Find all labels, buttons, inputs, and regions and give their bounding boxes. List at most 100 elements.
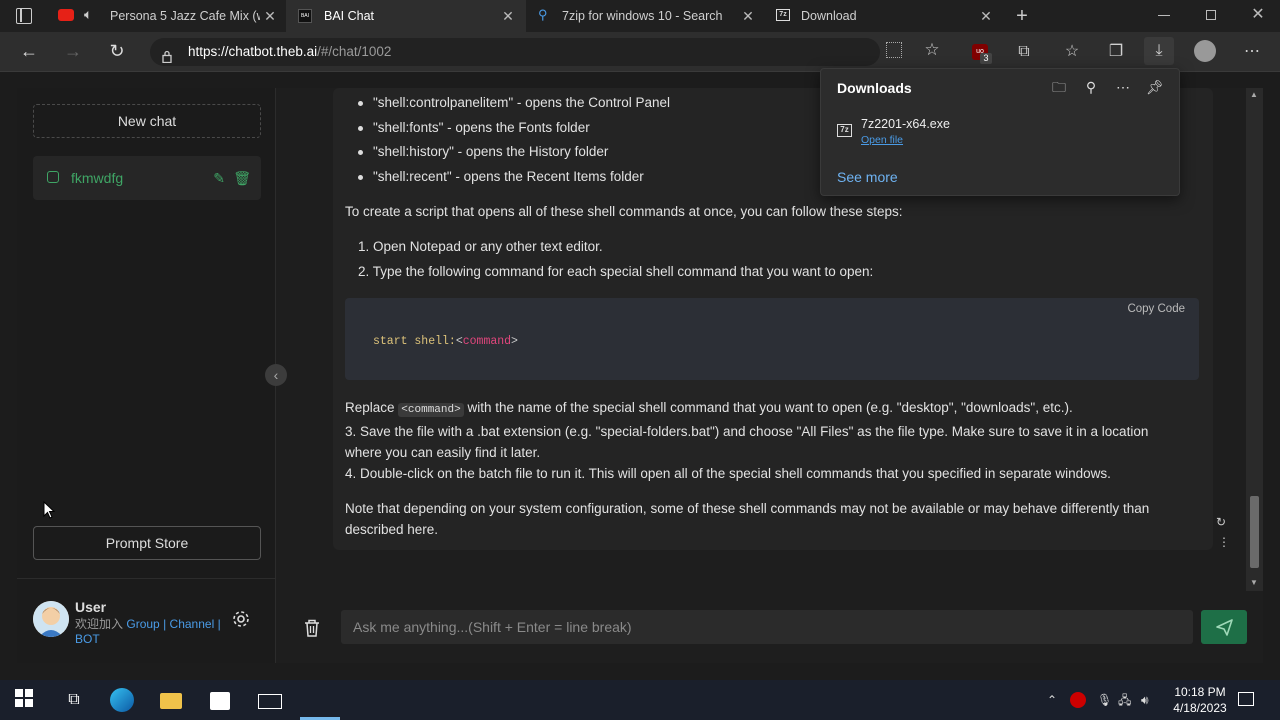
search-icon[interactable]: ⚲ xyxy=(1081,77,1101,97)
replace-paragraph: Replace <command> with the name of the s… xyxy=(345,397,1205,484)
code-keyword: command xyxy=(462,335,512,348)
downloads-title: Downloads xyxy=(837,80,912,96)
file-explorer-icon[interactable] xyxy=(160,688,184,712)
restore-button[interactable] xyxy=(1206,10,1216,20)
refresh-button[interactable]: ↻ xyxy=(106,40,128,62)
tab-7zip-search[interactable]: ⚲ 7zip for windows 10 - Search ✕ xyxy=(526,0,764,32)
clock-time: 10:18 PM xyxy=(1174,685,1226,699)
url-host: https://chatbot.theb.ai xyxy=(188,44,318,59)
new-tab-button[interactable]: + xyxy=(1012,4,1032,28)
microphone-icon[interactable]: 🎙︎ xyxy=(1097,680,1112,720)
edit-icon[interactable]: ✎ xyxy=(213,156,225,200)
notifications-icon[interactable] xyxy=(1238,680,1254,720)
extensions-icon[interactable]: ⧉ xyxy=(1012,40,1036,64)
start-windows-icon[interactable] xyxy=(14,688,38,712)
open-folder-icon[interactable]: 🗀︎ xyxy=(1049,77,1069,97)
tab-title: Persona 5 Jazz Cafe Mix (w/ xyxy=(110,9,260,23)
group-link[interactable]: Group xyxy=(126,617,159,631)
inline-code: <command> xyxy=(398,403,464,417)
7zip-icon: 7z xyxy=(776,9,790,21)
channel-link[interactable]: Channel xyxy=(170,617,215,631)
edge-browser-icon[interactable] xyxy=(110,688,134,712)
pin-icon[interactable]: 📌︎ xyxy=(1145,77,1165,97)
regenerate-icon[interactable]: ↻ xyxy=(1216,515,1226,529)
7zip-file-icon: 7z xyxy=(837,124,852,137)
collections-icon[interactable]: ❐ xyxy=(1104,40,1128,64)
scrollbar-thumb[interactable] xyxy=(1250,496,1259,568)
tab-youtube[interactable]: 🔈︎ Persona 5 Jazz Cafe Mix (w/ ✕ xyxy=(48,0,284,32)
profile-icon[interactable] xyxy=(1194,40,1218,64)
close-icon[interactable]: ✕ xyxy=(978,8,994,24)
chat-input[interactable]: Ask me anything...(Shift + Enter = line … xyxy=(341,610,1193,644)
download-file-name[interactable]: 7z2201-x64.exe xyxy=(861,117,950,131)
volume-icon[interactable]: 🔊︎ xyxy=(1141,680,1149,720)
code-block: Copy Code start shell:<command> xyxy=(345,298,1199,380)
clear-chat-trash-icon[interactable] xyxy=(303,618,323,638)
trash-icon[interactable]: 🗑︎ xyxy=(233,156,251,200)
scroll-down-icon[interactable]: ▼ xyxy=(1250,578,1258,587)
page-scrollbar[interactable]: ▲ ▼ xyxy=(1246,88,1263,591)
tab-bar: 🔈︎ Persona 5 Jazz Cafe Mix (w/ ✕ BAI BAI… xyxy=(0,0,1280,32)
user-welcome: 欢迎加入 Group | Channel | BOT xyxy=(75,617,235,647)
bot-link[interactable]: BOT xyxy=(75,632,100,646)
url-field[interactable]: https://chatbot.theb.ai/#/chat/1002 xyxy=(150,38,880,66)
url-path: /#/chat/1002 xyxy=(317,44,392,59)
lock-icon xyxy=(162,45,172,64)
prompt-store-button[interactable]: Prompt Store xyxy=(33,526,261,560)
task-view-icon[interactable]: ⧉ xyxy=(62,688,86,712)
list-item: 2. Type the following command for each s… xyxy=(358,263,874,279)
tab-actions-icon[interactable] xyxy=(16,8,32,24)
address-bar-row: ← → ↻ https://chatbot.theb.ai/#/chat/100… xyxy=(0,32,1280,72)
step-3-text: 3. Save the file with a .bat extension (… xyxy=(345,424,1149,439)
tab-download[interactable]: 7z Download ✕ xyxy=(764,0,1002,32)
user-panel: User 欢迎加入 Group | Channel | BOT xyxy=(17,578,276,663)
replace-text: Replace xyxy=(345,400,395,415)
message-more-icon[interactable]: ⋮ xyxy=(1218,535,1230,549)
copy-code-button[interactable]: Copy Code xyxy=(1127,303,1185,315)
step-3-text: where you can easily find it later. xyxy=(345,445,541,460)
see-more-link[interactable]: See more xyxy=(837,169,898,185)
mouse-cursor-icon xyxy=(43,500,56,519)
minimize-button[interactable] xyxy=(1158,15,1170,16)
store-icon[interactable] xyxy=(208,688,232,712)
close-icon[interactable]: ✕ xyxy=(262,8,278,24)
speaker-icon[interactable]: 🔈︎ xyxy=(84,6,92,23)
send-button[interactable] xyxy=(1201,610,1247,644)
mail-icon[interactable] xyxy=(258,688,282,712)
note-paragraph: Note that depending on your system confi… xyxy=(345,498,1205,540)
list-item: "shell:fonts" - opens the Fonts folder xyxy=(358,116,670,141)
close-icon[interactable]: ✕ xyxy=(500,8,516,24)
close-window-button[interactable]: ✕ xyxy=(1248,4,1268,26)
back-button[interactable]: ← xyxy=(18,40,40,62)
more-options-icon[interactable]: ⋯ xyxy=(1113,77,1133,97)
downloads-icon[interactable]: ⤓ xyxy=(1144,37,1174,65)
code-line: start shell:<command> xyxy=(373,335,518,348)
close-icon[interactable]: ✕ xyxy=(740,8,756,24)
chat-list-item[interactable]: fkmwdfg ✎ 🗑︎ xyxy=(33,156,261,200)
system-clock[interactable]: 10:18 PM 4/18/2023 xyxy=(1164,684,1236,716)
favorite-add-icon[interactable]: ☆ xyxy=(920,38,944,62)
app-available-icon[interactable] xyxy=(886,42,902,58)
ublock-icon[interactable]: uo 3 xyxy=(968,40,992,64)
step-4-text: 4. Double-click on the batch file to run… xyxy=(345,466,1111,481)
more-menu-icon[interactable]: ⋯ xyxy=(1240,40,1264,64)
note-text: described here. xyxy=(345,522,439,537)
tab-title: 7zip for windows 10 - Search xyxy=(562,9,723,23)
list-item: "shell:history" - opens the History fold… xyxy=(358,140,670,165)
clock-date: 4/18/2023 xyxy=(1173,701,1227,715)
settings-gear-icon[interactable] xyxy=(231,609,251,629)
intro-paragraph: To create a script that opens all of the… xyxy=(345,204,903,219)
forward-button[interactable]: → xyxy=(62,40,84,62)
collapse-sidebar-button[interactable]: ‹ xyxy=(265,364,287,386)
youtube-icon xyxy=(58,9,74,21)
scroll-up-icon[interactable]: ▲ xyxy=(1250,90,1258,99)
security-icon[interactable] xyxy=(1070,680,1086,720)
welcome-text: 欢迎加入 xyxy=(75,617,124,631)
new-chat-button[interactable]: New chat xyxy=(33,104,261,138)
network-icon[interactable]: 🖧︎ xyxy=(1118,680,1131,720)
favorites-icon[interactable]: ☆ xyxy=(1060,40,1084,64)
sidebar: New chat fkmwdfg ✎ 🗑︎ Prompt Store User … xyxy=(17,88,276,663)
open-file-link[interactable]: Open file xyxy=(861,134,903,146)
tab-bai-chat[interactable]: BAI BAI Chat ✕ xyxy=(286,0,526,32)
show-hidden-icons[interactable]: ⌃ xyxy=(1047,680,1057,720)
